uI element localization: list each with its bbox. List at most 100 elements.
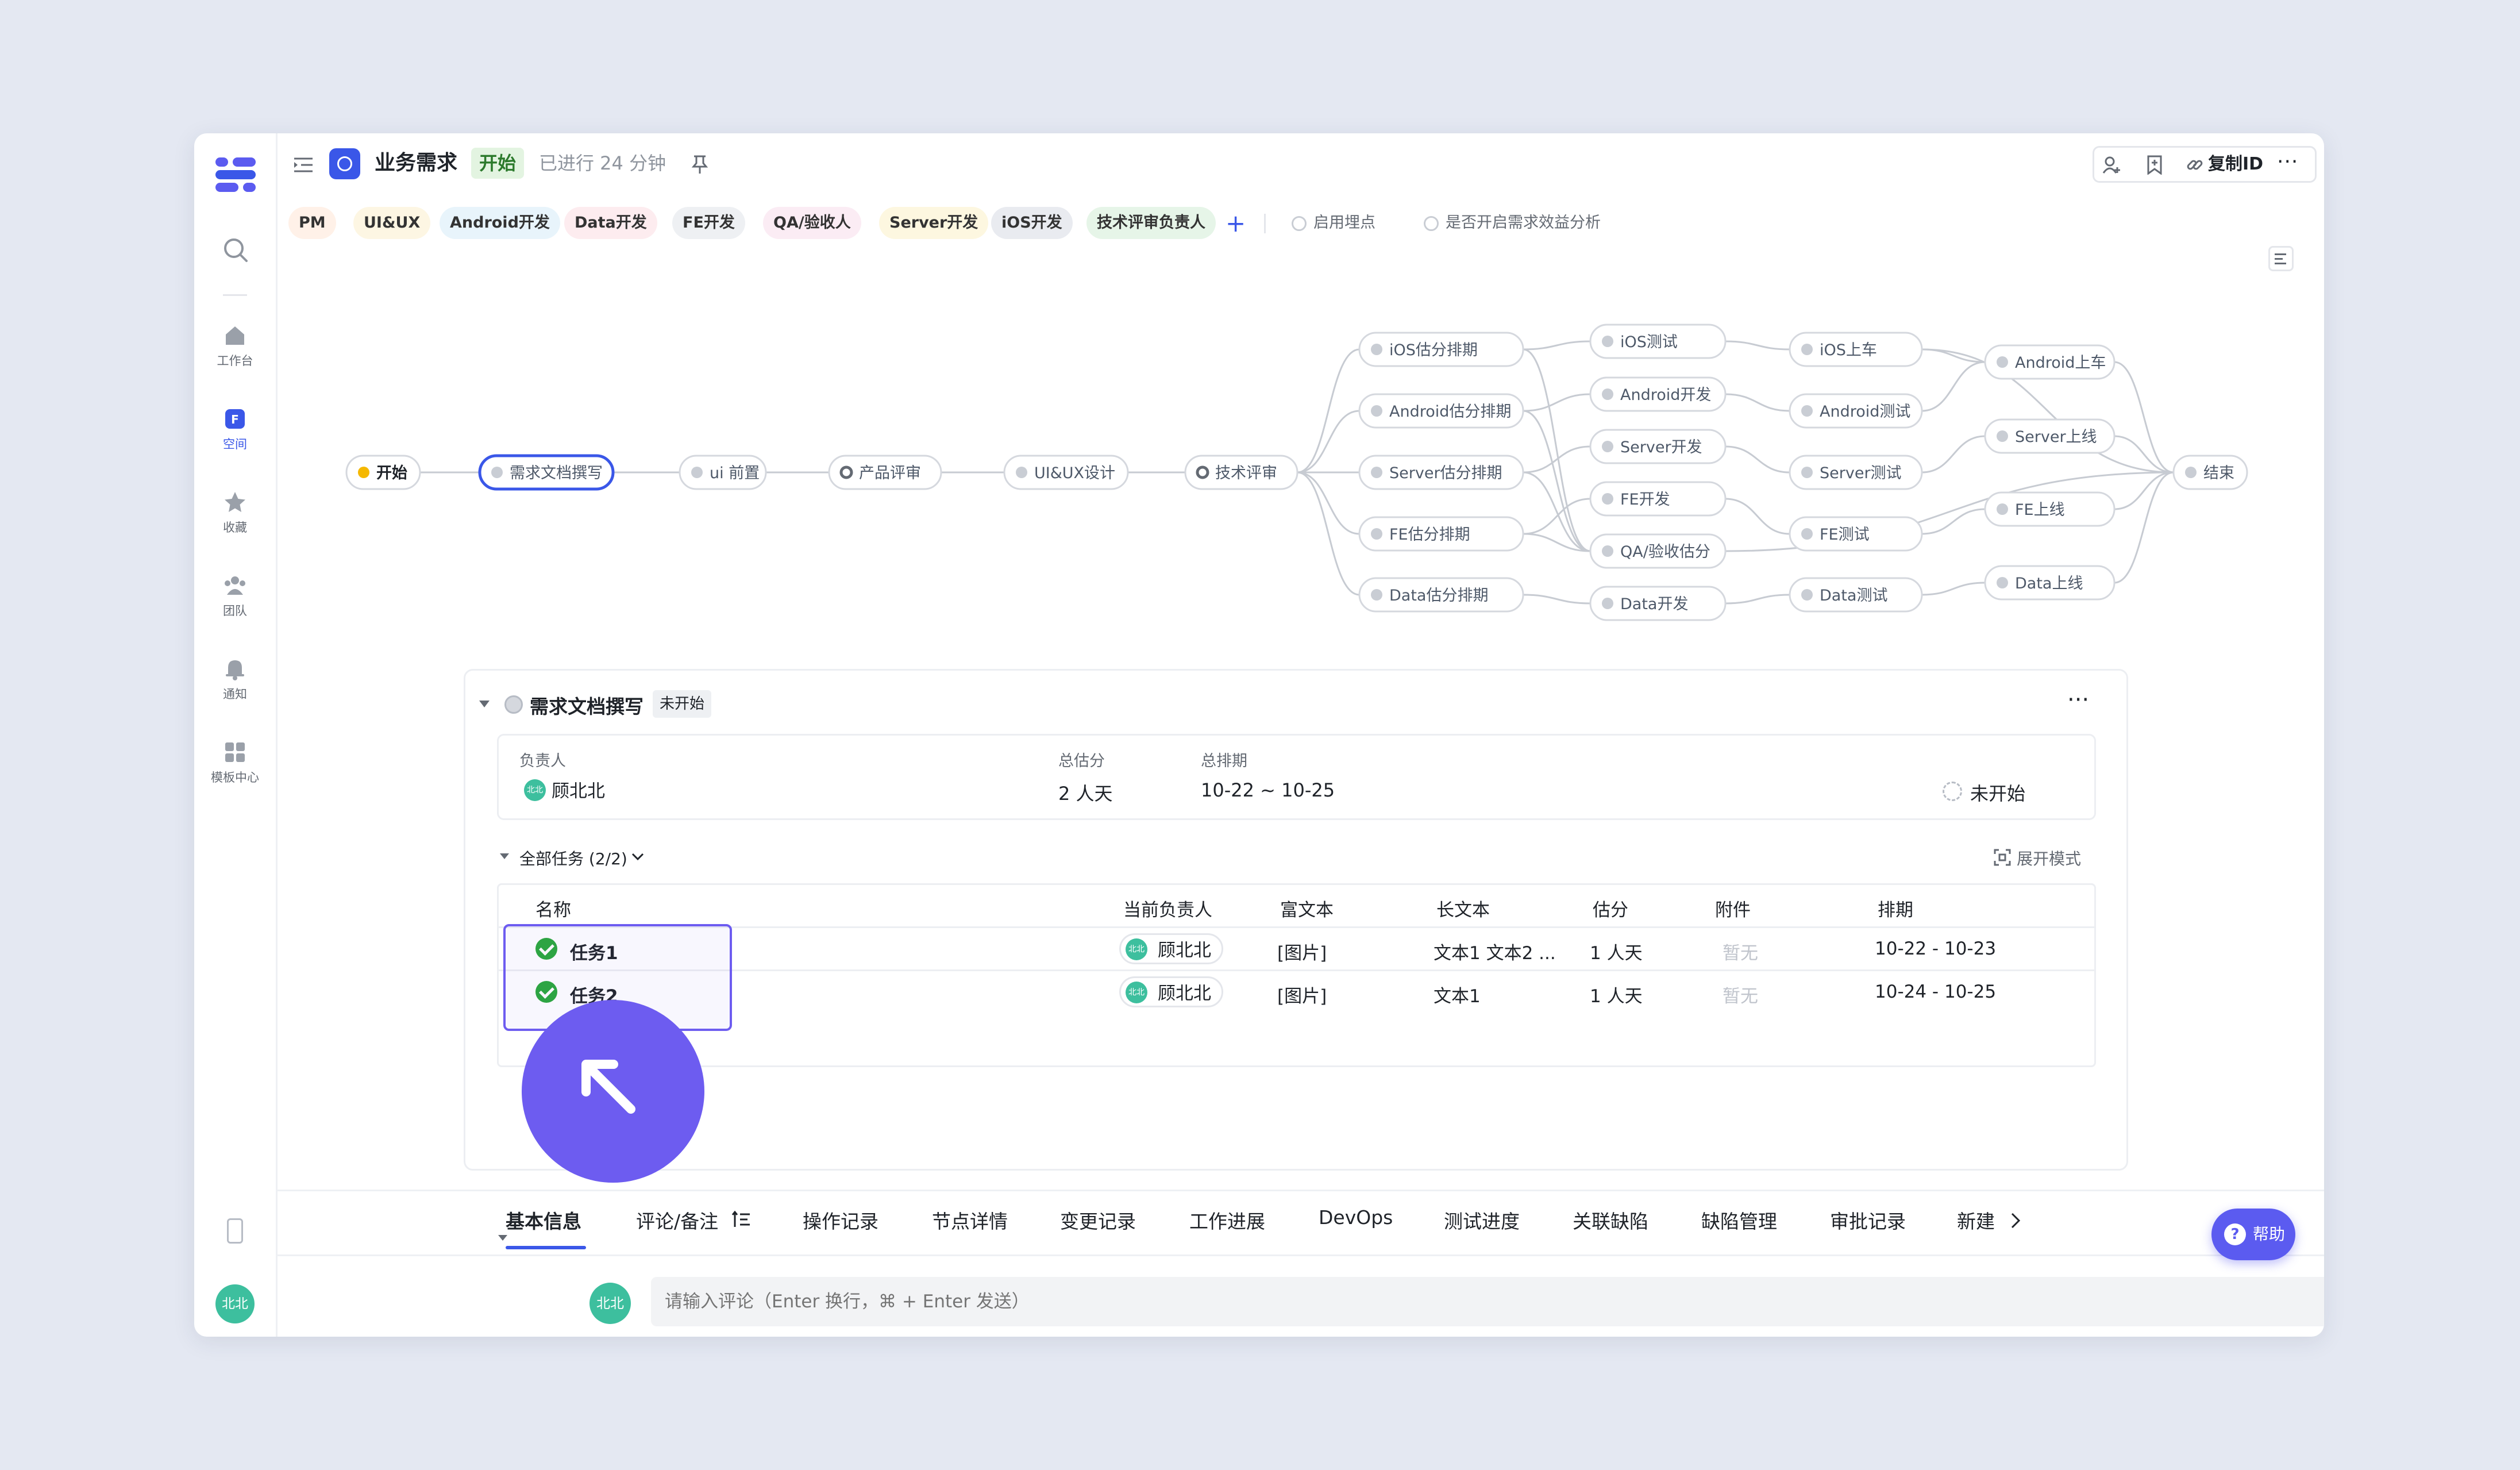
- flow-node-label: Data开发: [1620, 595, 1688, 613]
- tab-work-progress[interactable]: 工作进展: [1189, 1206, 1265, 1234]
- user-avatar[interactable]: 北北: [215, 1284, 255, 1323]
- tab-node-detail[interactable]: 节点详情: [932, 1206, 1008, 1234]
- sort-icon[interactable]: [731, 1211, 751, 1228]
- flow-edge: [1523, 393, 1591, 412]
- owner-name: 顾北北: [1158, 983, 1211, 1004]
- chevron-right-icon[interactable]: [2010, 1212, 2021, 1229]
- column-header-schedule[interactable]: 排期: [1878, 895, 1913, 921]
- flow-node-fe-test[interactable]: FE测试: [1789, 516, 1923, 552]
- estimate-cell[interactable]: 1 人天: [1590, 982, 1643, 1007]
- flow-node-ios-est[interactable]: iOS估分排期: [1358, 332, 1524, 367]
- flow-node-android-dev[interactable]: Android开发: [1589, 376, 1727, 412]
- flow-node-android-est[interactable]: Android估分排期: [1358, 393, 1524, 429]
- flow-node-data-test[interactable]: Data测试: [1789, 577, 1923, 613]
- schedule-cell[interactable]: 10-22 - 10-23: [1875, 938, 1996, 959]
- flow-node-android-release[interactable]: Android上车: [1984, 344, 2116, 380]
- flow-node-data-est[interactable]: Data估分排期: [1358, 577, 1524, 613]
- cursor-arrow-icon: [581, 1060, 635, 1114]
- tab-create[interactable]: 新建: [1957, 1206, 1995, 1234]
- tab-related-defects[interactable]: 关联缺陷: [1573, 1206, 1648, 1234]
- progress-status-icon: [1943, 782, 1962, 801]
- collapse-arrow-icon[interactable]: [478, 699, 491, 709]
- owner-chip[interactable]: 北北 顾北北: [519, 776, 615, 807]
- flow-node-data-dev[interactable]: Data开发: [1589, 586, 1727, 621]
- rich-text-cell[interactable]: [图片]: [1277, 982, 1327, 1007]
- flow-node-server-est[interactable]: Server估分排期: [1358, 455, 1524, 490]
- attachment-cell[interactable]: 暂无: [1723, 982, 1758, 1007]
- flow-node-label: FE开发: [1620, 491, 1670, 509]
- flow-node-label: Android开发: [1620, 386, 1711, 404]
- flow-node-uiux-design[interactable]: UI&UX设计: [1003, 455, 1129, 490]
- task-summary[interactable]: 全部任务 (2/2): [519, 846, 627, 869]
- schedule-cell[interactable]: 10-24 - 10-25: [1875, 982, 1996, 1002]
- node-status-icon: [1801, 467, 1813, 478]
- tab-test-progress[interactable]: 测试进度: [1444, 1206, 1520, 1234]
- node-status-icon: [1801, 344, 1813, 355]
- schedule-value[interactable]: 10-22 ~ 10-25: [1201, 779, 1335, 801]
- estimate-cell[interactable]: 1 人天: [1590, 938, 1643, 964]
- tab-comments[interactable]: 评论/备注: [636, 1206, 718, 1234]
- long-text-cell[interactable]: 文本1: [1434, 982, 1481, 1007]
- tab-basic-info[interactable]: 基本信息: [506, 1206, 581, 1234]
- avatar: 北北: [524, 779, 546, 801]
- flow-node-server-dev[interactable]: Server开发: [1589, 429, 1727, 464]
- long-text-cell[interactable]: 文本1 文本2 ...: [1434, 938, 1556, 964]
- flow-node-data-release[interactable]: Data上线: [1984, 565, 2116, 601]
- column-header-attachment[interactable]: 附件: [1715, 895, 1751, 921]
- attachment-cell[interactable]: 暂无: [1723, 938, 1758, 964]
- node-status-icon: [1602, 388, 1613, 400]
- flow-edge: [1725, 393, 1790, 412]
- flow-node-ios-release[interactable]: iOS上车: [1789, 332, 1923, 367]
- comment-input[interactable]: [651, 1277, 2324, 1326]
- flow-node-server-release[interactable]: Server上线: [1984, 418, 2116, 454]
- column-header-rich-text[interactable]: 富文本: [1280, 895, 1334, 921]
- column-header-name[interactable]: 名称: [535, 895, 571, 921]
- column-header-estimate[interactable]: 估分: [1593, 895, 1628, 921]
- tab-devops[interactable]: DevOps: [1319, 1206, 1393, 1229]
- node-status-icon: [1371, 405, 1382, 417]
- column-header-long-text[interactable]: 长文本: [1436, 895, 1490, 921]
- flow-node-tech-review[interactable]: 技术评审: [1184, 455, 1298, 490]
- flow-node-fe-est[interactable]: FE估分排期: [1358, 516, 1524, 552]
- expand-mode-button[interactable]: 展开模式: [2017, 846, 2081, 869]
- comment-avatar: 北北: [589, 1283, 631, 1324]
- more-icon[interactable]: ···: [2067, 687, 2089, 713]
- flow-node-ui-pre[interactable]: ui 前置: [679, 455, 767, 490]
- flow-node-label: Data测试: [1820, 587, 1887, 605]
- rich-text-cell[interactable]: [图片]: [1277, 938, 1327, 964]
- sidebar-item-notifications[interactable]: 通知: [194, 656, 276, 702]
- flow-node-fe-release[interactable]: FE上线: [1984, 491, 2116, 527]
- flow-node-fe-dev[interactable]: FE开发: [1589, 481, 1727, 517]
- flow-node-end[interactable]: 结束: [2172, 455, 2248, 490]
- node-status-icon: [1016, 467, 1027, 478]
- help-button[interactable]: ? 帮助: [2211, 1209, 2295, 1260]
- node-status-icon: [358, 467, 369, 478]
- flow-node-qa-est[interactable]: QA/验收估分: [1589, 533, 1727, 569]
- flow-edge: [2114, 471, 2174, 584]
- flow-node-server-test[interactable]: Server测试: [1789, 455, 1923, 490]
- total-estimate[interactable]: 2 人天: [1058, 779, 1113, 806]
- collapse-arrow-icon[interactable]: [499, 852, 510, 860]
- cursor-indicator: [522, 1000, 704, 1183]
- owner-chip[interactable]: 北北 顾北北: [1119, 933, 1223, 964]
- table-row[interactable]: 任务1 北北 顾北北 [图片] 文本1 文本2 ... 1 人天 暂无 10-2…: [499, 928, 2094, 969]
- flow-node-ios-test[interactable]: iOS测试: [1589, 324, 1727, 359]
- flow-node-android-test[interactable]: Android测试: [1789, 393, 1923, 429]
- progress-status[interactable]: 未开始: [1970, 779, 2025, 806]
- mobile-icon[interactable]: [227, 1218, 243, 1244]
- tab-approval-log[interactable]: 审批记录: [1830, 1206, 1906, 1234]
- tab-defect-management[interactable]: 缺陷管理: [1701, 1206, 1777, 1234]
- column-header-owner[interactable]: 当前负责人: [1123, 895, 1212, 921]
- node-status-icon: [1371, 467, 1382, 478]
- flow-node-start[interactable]: 开始: [345, 455, 421, 490]
- flow-node-req-doc[interactable]: 需求文档撰写: [478, 454, 615, 491]
- flow-edge: [1725, 498, 1790, 535]
- tab-operation-log[interactable]: 操作记录: [803, 1206, 878, 1234]
- chevron-down-icon[interactable]: [631, 852, 645, 861]
- flow-edge: [1921, 435, 1986, 474]
- sidebar-item-templates[interactable]: 模板中心: [194, 740, 276, 786]
- tab-change-log[interactable]: 变更记录: [1060, 1206, 1136, 1234]
- owner-chip[interactable]: 北北 顾北北: [1119, 976, 1223, 1007]
- table-row[interactable]: 任务2 北北 顾北北 [图片] 文本1 1 人天 暂无 10-24 - 10-2…: [499, 971, 2094, 1013]
- flow-node-product-review[interactable]: 产品评审: [828, 455, 942, 490]
